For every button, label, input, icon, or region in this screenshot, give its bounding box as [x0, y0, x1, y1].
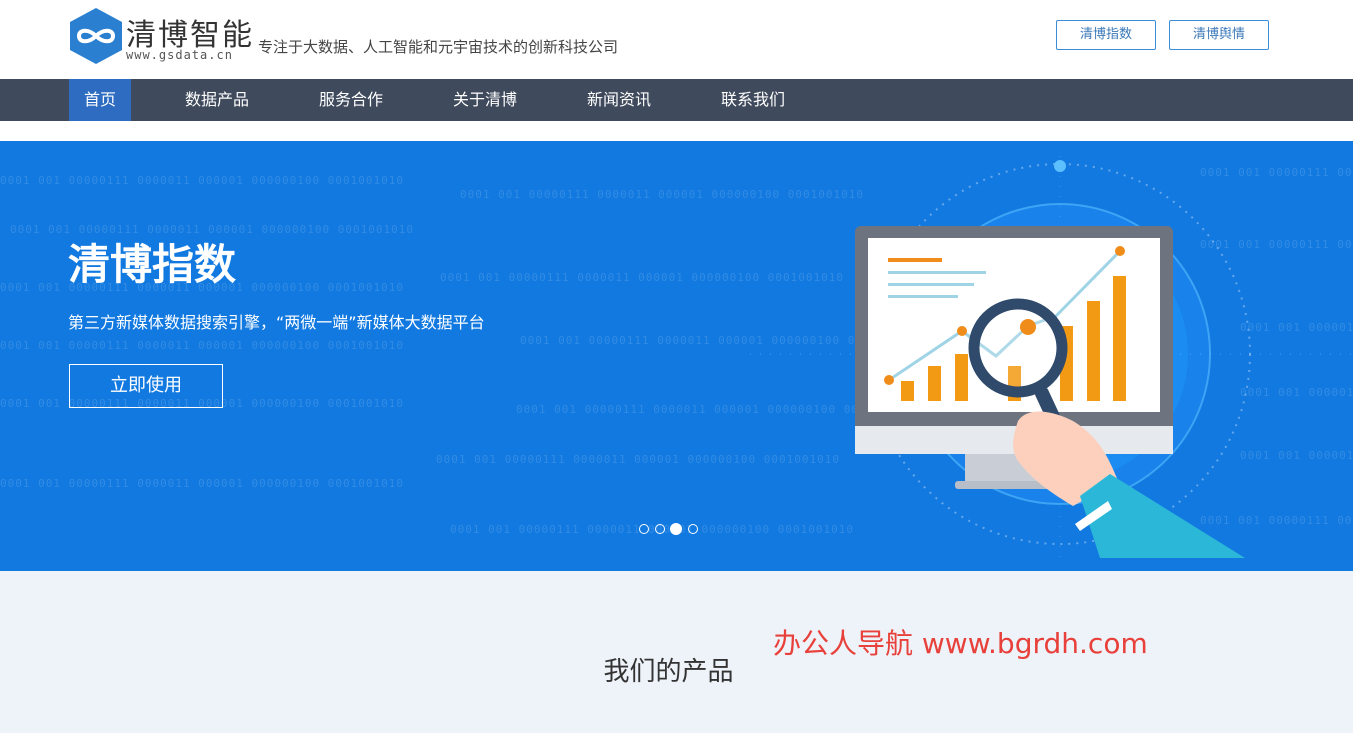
binary-decoration: 0001 001 00000111 0000011 000001 0000001… [0, 174, 404, 187]
use-now-button[interactable]: 立即使用 [69, 364, 223, 408]
brand-domain: www.gsdata.cn [126, 48, 233, 62]
hero-banner: 0001 001 00000111 0000011 000001 0000001… [0, 141, 1353, 571]
banner-subtitle: 第三方新媒体数据搜索引擎，“两微一端”新媒体大数据平台 [68, 313, 485, 332]
company-slogan: 专注于大数据、人工智能和元宇宙技术的创新科技公司 [258, 38, 619, 56]
products-heading: 我们的产品 [603, 657, 734, 687]
nav-item-contact[interactable]: 联系我们 [708, 79, 798, 121]
analytics-illustration [750, 156, 1353, 566]
site-header: 清博智能 www.gsdata.cn 专注于大数据、人工智能和元宇宙技术的创新科… [0, 0, 1353, 79]
brand-logo-icon[interactable] [68, 6, 124, 66]
carousel-dot[interactable] [688, 524, 698, 534]
nav-item-about[interactable]: 关于清博 [440, 79, 530, 121]
nav-item-data-products[interactable]: 数据产品 [172, 79, 262, 121]
nav-item-home[interactable]: 首页 [69, 79, 131, 121]
products-section: 办公人导航 www.bgrdh.com 我们的产品 [0, 571, 1353, 733]
carousel-dot[interactable] [639, 524, 649, 534]
binary-decoration: 0001 001 00000111 0000011 000001 0000001… [0, 477, 404, 490]
qingbo-opinion-button[interactable]: 清博舆情 [1169, 20, 1269, 50]
nav-item-services[interactable]: 服务合作 [306, 79, 396, 121]
main-nav: 首页 数据产品 服务合作 关于清博 新闻资讯 联系我们 [0, 79, 1353, 121]
binary-decoration: 0001 001 00000111 0000011 000001 0000001… [0, 339, 404, 352]
nav-item-news[interactable]: 新闻资讯 [574, 79, 664, 121]
carousel-dot-active[interactable] [670, 523, 682, 535]
banner-title: 清博指数 [68, 240, 237, 289]
qingbo-index-button[interactable]: 清博指数 [1056, 20, 1156, 50]
carousel-dot[interactable] [655, 524, 665, 534]
